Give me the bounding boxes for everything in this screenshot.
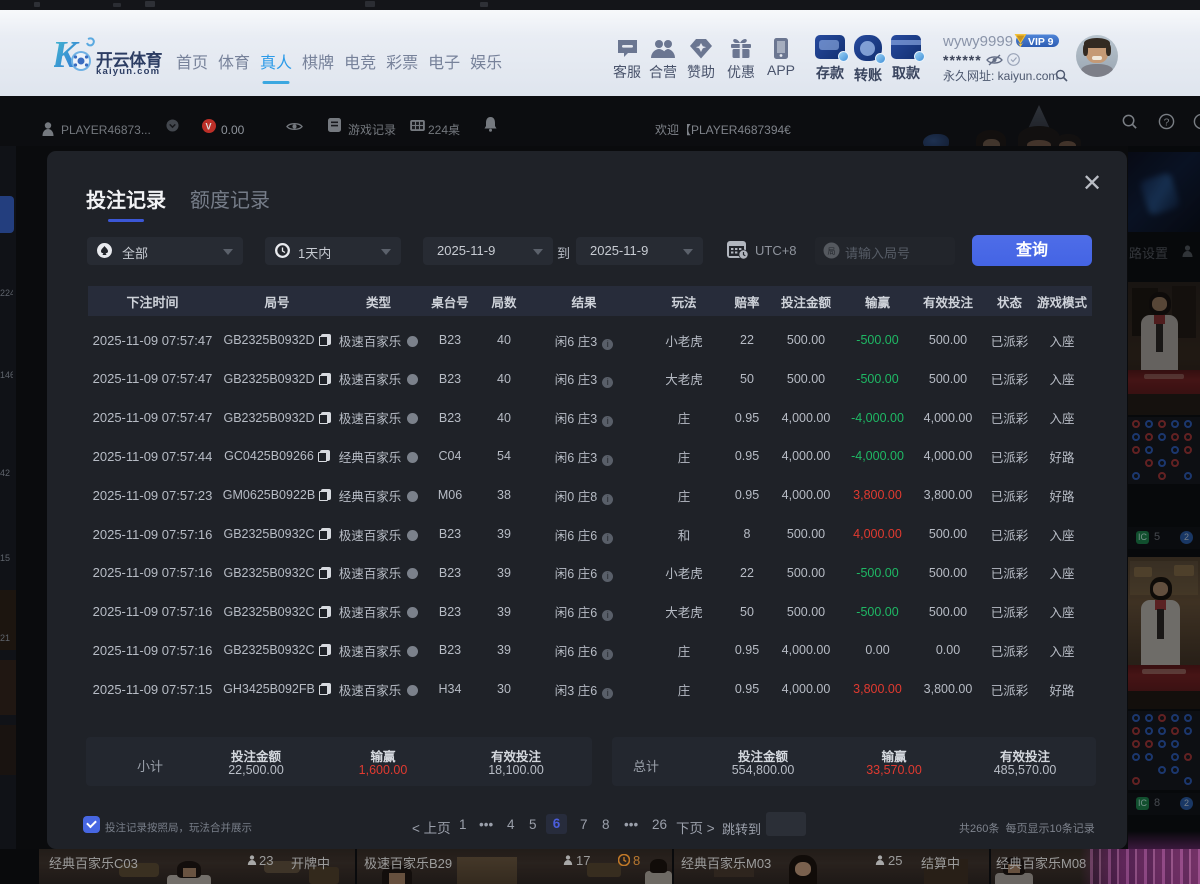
- svg-text:?: ?: [1164, 117, 1170, 128]
- svg-text:局: 局: [828, 247, 836, 256]
- svg-text:VIP 9: VIP 9: [1028, 36, 1054, 48]
- svg-text:V: V: [206, 122, 212, 132]
